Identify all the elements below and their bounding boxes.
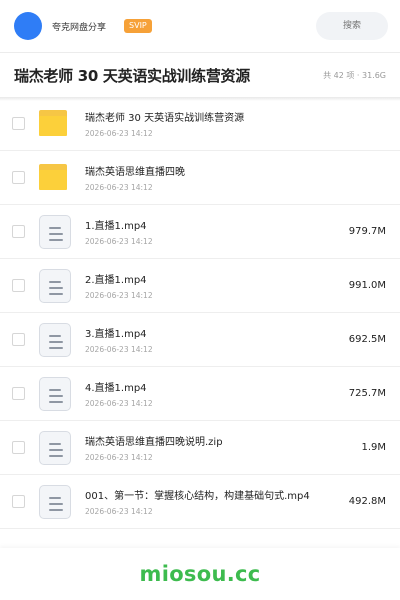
share-name: 夸克网盘分享 (52, 22, 107, 33)
item-name[interactable]: 2.直播1.mp4 (85, 271, 153, 286)
row-checkbox[interactable] (12, 441, 25, 454)
item-name[interactable]: 4.直播1.mp4 (85, 379, 153, 394)
item-date: 2026-06-23 14:12 (85, 237, 153, 246)
svip-badge: SVIP (124, 19, 152, 33)
row-checkbox[interactable] (12, 387, 25, 400)
item-info: 瑞杰英语思维直播四晚 2026-06-23 14:12 (85, 163, 185, 192)
file-icon (39, 430, 73, 465)
page-title: 瑞杰老师 30 天英语实战训练营资源 (14, 66, 250, 85)
folder-meta: 共 42 项 · 31.6G (323, 70, 386, 80)
folder-icon (39, 107, 73, 141)
item-name[interactable]: 瑞杰英语思维直播四晚 (85, 163, 185, 178)
item-size: 492.8M (348, 496, 386, 507)
item-date: 2026-06-23 14:12 (85, 453, 153, 462)
file-list: 瑞杰老师 30 天英语实战训练营资源 2026-06-23 14:12 瑞杰英语思维… (0, 97, 400, 529)
avatar[interactable] (14, 12, 42, 40)
watermark: miosou.cc (139, 562, 261, 586)
item-info: 3.直播1.mp4 2026-06-23 14:12 (85, 325, 153, 354)
item-date: 2026-06-23 14:12 (85, 345, 153, 354)
item-info: 2.直播1.mp4 2026-06-23 14:12 (85, 271, 153, 300)
item-info: 瑞杰老师 30 天英语实战训练营资源 2026-06-23 14:12 (85, 109, 244, 138)
folder-row[interactable]: 瑞杰老师 30 天英语实战训练营资源 2026-06-23 14:12 (0, 97, 400, 151)
item-name[interactable]: 001、第一节：掌握核心结构，构建基础句式.mp4 (85, 487, 310, 502)
folder-icon (39, 161, 73, 195)
item-size: 725.7M (348, 388, 386, 399)
item-info: 瑞杰英语思维直播四晚说明.zip 2026-06-23 14:12 (85, 433, 223, 462)
file-row[interactable]: 1.直播1.mp4 2026-06-23 14:12 979.7M (0, 205, 400, 259)
item-name[interactable]: 瑞杰老师 30 天英语实战训练营资源 (85, 109, 244, 124)
item-date: 2026-06-23 14:12 (85, 129, 153, 138)
row-checkbox[interactable] (12, 279, 25, 292)
row-checkbox[interactable] (12, 495, 25, 508)
file-icon (39, 376, 73, 411)
file-row[interactable]: 瑞杰英语思维直播四晚说明.zip 2026-06-23 14:12 1.9M (0, 421, 400, 475)
item-info: 4.直播1.mp4 2026-06-23 14:12 (85, 379, 153, 408)
item-name[interactable]: 3.直播1.mp4 (85, 325, 153, 340)
row-checkbox[interactable] (12, 171, 25, 184)
folder-title-row: 瑞杰老师 30 天英语实战训练营资源 共 42 项 · 31.6G (0, 53, 400, 97)
item-size: 991.0M (348, 280, 386, 291)
item-name[interactable]: 瑞杰英语思维直播四晚说明.zip (85, 433, 223, 448)
row-checkbox[interactable] (12, 333, 25, 346)
file-row[interactable]: 4.直播1.mp4 2026-06-23 14:12 725.7M (0, 367, 400, 421)
footer-bar: miosou.cc (0, 548, 400, 600)
item-date: 2026-06-23 14:12 (85, 507, 153, 516)
item-info: 1.直播1.mp4 2026-06-23 14:12 (85, 217, 153, 246)
file-row[interactable]: 001、第一节：掌握核心结构，构建基础句式.mp4 2026-06-23 14:1… (0, 475, 400, 529)
row-checkbox[interactable] (12, 225, 25, 238)
item-date: 2026-06-23 14:12 (85, 183, 153, 192)
search-input[interactable] (316, 12, 388, 40)
file-icon (39, 268, 73, 303)
item-size: 1.9M (361, 442, 386, 453)
file-icon (39, 322, 73, 357)
item-date: 2026-06-23 14:12 (85, 291, 153, 300)
file-icon (39, 214, 73, 249)
file-icon (39, 484, 73, 519)
item-info: 001、第一节：掌握核心结构，构建基础句式.mp4 2026-06-23 14:1… (85, 487, 310, 516)
row-checkbox[interactable] (12, 117, 25, 130)
item-date: 2026-06-23 14:12 (85, 399, 153, 408)
item-size: 979.7M (348, 226, 386, 237)
item-size: 692.5M (348, 334, 386, 345)
folder-row[interactable]: 瑞杰英语思维直播四晚 2026-06-23 14:12 (0, 151, 400, 205)
file-row[interactable]: 3.直播1.mp4 2026-06-23 14:12 692.5M (0, 313, 400, 367)
file-row[interactable]: 2.直播1.mp4 2026-06-23 14:12 991.0M (0, 259, 400, 313)
item-name[interactable]: 1.直播1.mp4 (85, 217, 153, 232)
top-bar: 夸克网盘分享 SVIP (0, 0, 400, 52)
